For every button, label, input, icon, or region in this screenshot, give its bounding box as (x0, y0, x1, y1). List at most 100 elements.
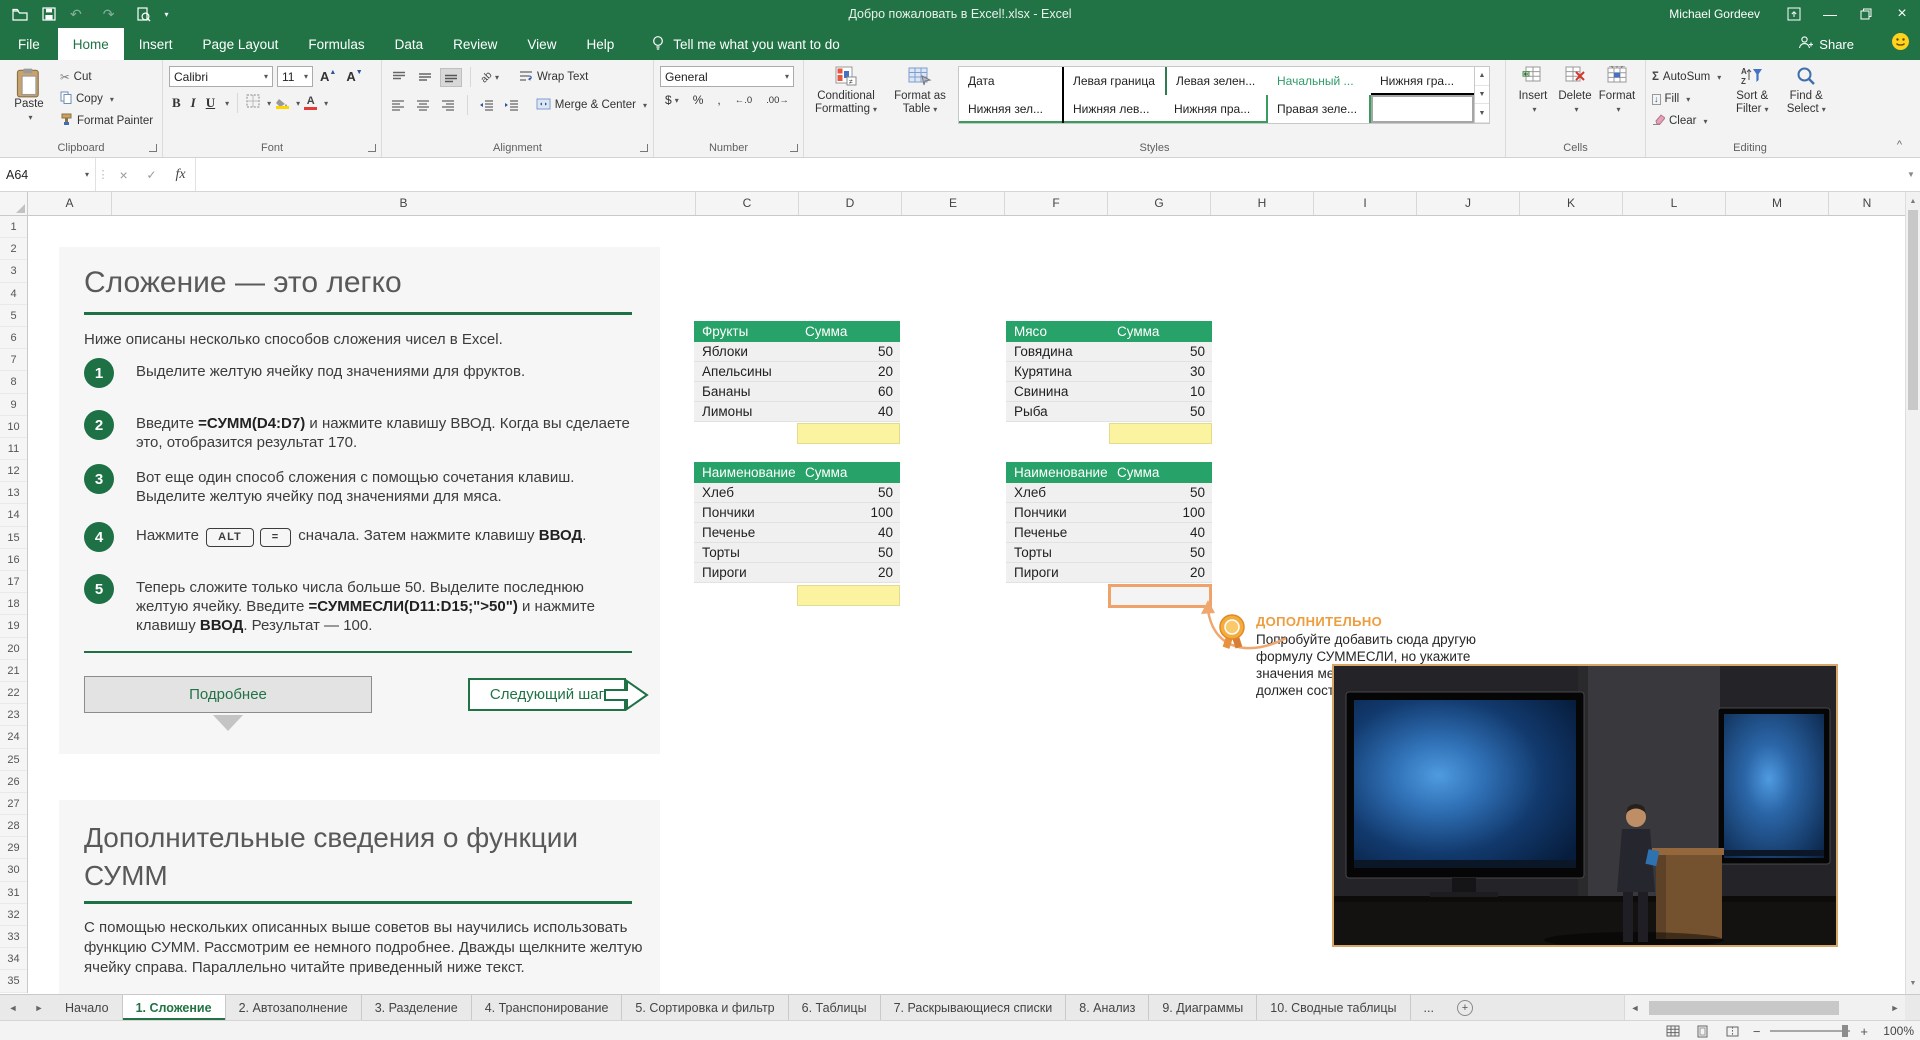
row-header[interactable]: 2 (0, 238, 27, 260)
row-header[interactable]: 5 (0, 305, 27, 327)
name-box-resize-handle[interactable]: ⋮ (96, 158, 110, 191)
format-as-table-button[interactable]: Format as Table▾ (888, 66, 952, 116)
minimize-button[interactable]: — (1812, 0, 1848, 28)
row-header[interactable]: 3 (0, 260, 27, 282)
row-header[interactable]: 11 (0, 438, 27, 460)
zoom-slider[interactable] (1770, 1030, 1850, 1032)
row-header[interactable]: 25 (0, 749, 27, 771)
share-button[interactable]: Share (1798, 28, 1854, 60)
table-row[interactable]: Торты50 (1006, 543, 1212, 563)
row-header[interactable]: 23 (0, 704, 27, 726)
new-sheet-button[interactable]: + (1457, 1000, 1473, 1016)
meat-sum-input-cell[interactable] (1109, 423, 1212, 444)
horizontal-scrollbar[interactable]: ◄ ► (1624, 994, 1905, 1020)
table-row[interactable]: Лимоны40 (694, 402, 900, 422)
zoom-in-button[interactable]: + (1860, 1024, 1868, 1039)
sheet-tab-sort-filter[interactable]: 5. Сортировка и фильтр (622, 995, 788, 1020)
decrease-indent-button[interactable] (476, 96, 497, 115)
row-header[interactable]: 16 (0, 549, 27, 571)
table-row[interactable]: Курятина30 (1006, 362, 1212, 382)
undo-icon[interactable]: ↶▾ (70, 6, 89, 23)
decrease-font-button[interactable]: A▼ (343, 69, 365, 84)
zoom-out-button[interactable]: − (1753, 1024, 1761, 1039)
sheet-tab-pivot[interactable]: 10. Сводные таблицы (1257, 995, 1410, 1020)
expand-formula-bar-icon[interactable]: ▼ (1902, 158, 1920, 191)
gallery-scroll-down-icon[interactable]: ▼ (1475, 86, 1489, 105)
sheet-tab-more[interactable]: ... (1411, 995, 1447, 1020)
close-button[interactable]: × (1884, 0, 1920, 28)
column-header[interactable]: C (696, 192, 799, 215)
tab-page-layout[interactable]: Page Layout (188, 28, 294, 60)
row-header[interactable]: 28 (0, 815, 27, 837)
save-icon[interactable] (42, 7, 56, 21)
row-header[interactable]: 17 (0, 571, 27, 593)
sheet-tab-start[interactable]: Начало (52, 995, 123, 1020)
insert-function-icon[interactable]: fx (175, 167, 185, 183)
decrease-decimal-button[interactable]: .00→ (761, 95, 794, 106)
number-dialog-launcher[interactable] (790, 144, 798, 152)
font-dialog-launcher[interactable] (368, 144, 376, 152)
fill-color-button[interactable] (275, 98, 289, 109)
row-header[interactable]: 12 (0, 460, 27, 482)
find-select-button[interactable]: Find & Select▾ (1783, 66, 1829, 132)
row-header[interactable]: 24 (0, 726, 27, 748)
zoom-slider-thumb[interactable] (1842, 1025, 1848, 1037)
format-cells-button[interactable]: Format ▾ (1596, 66, 1638, 116)
increase-font-button[interactable]: A▲ (317, 69, 339, 84)
tab-file[interactable]: File (0, 28, 58, 60)
open-icon[interactable] (12, 8, 28, 21)
cut-button[interactable]: ✂Cut (60, 66, 153, 88)
row-header[interactable]: 9 (0, 394, 27, 416)
row-header[interactable]: 7 (0, 349, 27, 371)
select-all-corner[interactable] (0, 192, 28, 216)
underline-button[interactable]: U (203, 95, 218, 111)
row-header[interactable]: 30 (0, 859, 27, 881)
sheet-nav-left-icon[interactable]: ◄ (0, 995, 26, 1020)
scroll-down-icon[interactable]: ▼ (1906, 976, 1920, 992)
fill-button[interactable]: ↓Fill▾ (1652, 88, 1721, 110)
table-row[interactable]: Яблоки50 (694, 342, 900, 362)
row-header[interactable]: 1 (0, 216, 27, 238)
delete-cells-button[interactable]: Delete ▾ (1554, 66, 1596, 116)
font-color-button[interactable]: A (304, 96, 317, 110)
cell-style-item[interactable]: Левая граница (1062, 67, 1165, 95)
format-painter-button[interactable]: Format Painter (60, 110, 153, 132)
row-header[interactable]: 13 (0, 482, 27, 504)
page-break-view-icon[interactable] (1723, 1022, 1743, 1040)
sort-filter-button[interactable]: AZ Sort & Filter▾ (1729, 66, 1775, 132)
align-right-button[interactable] (438, 96, 459, 115)
table-row[interactable]: Говядина50 (1006, 342, 1212, 362)
row-header[interactable]: 20 (0, 638, 27, 660)
font-size-select[interactable]: 11▾ (277, 66, 313, 87)
row-header[interactable]: 15 (0, 527, 27, 549)
cell-style-item[interactable]: Правая зеле... (1268, 95, 1371, 123)
column-header[interactable]: A (28, 192, 112, 215)
underline-caret-icon[interactable]: ▾ (225, 99, 229, 108)
table-row[interactable]: Свинина10 (1006, 382, 1212, 402)
accounting-format-button[interactable]: $▾ (660, 93, 684, 107)
tab-home[interactable]: Home (58, 28, 124, 60)
cell-style-item[interactable]: Нижняя гра... (1371, 67, 1474, 95)
gallery-scroll-up-icon[interactable]: ▲ (1475, 67, 1489, 86)
increase-decimal-button[interactable]: ←.0 (730, 95, 757, 106)
table-row[interactable]: Пироги20 (694, 563, 900, 583)
clipboard-dialog-launcher[interactable] (149, 144, 157, 152)
tab-insert[interactable]: Insert (124, 28, 188, 60)
align-center-button[interactable] (413, 96, 434, 115)
column-header[interactable]: E (902, 192, 1005, 215)
clear-button[interactable]: Clear▾ (1652, 110, 1721, 132)
tab-formulas[interactable]: Formulas (293, 28, 379, 60)
column-header[interactable]: D (799, 192, 902, 215)
sheet-tab-autofill[interactable]: 2. Автозаполнение (226, 995, 362, 1020)
cell-style-item[interactable]: Начальный ... (1268, 67, 1371, 95)
number-format-select[interactable]: General▾ (660, 66, 794, 87)
sheet-tab-split[interactable]: 3. Разделение (362, 995, 472, 1020)
font-name-select[interactable]: Calibri▾ (169, 66, 273, 87)
horizontal-scroll-thumb[interactable] (1649, 1001, 1839, 1015)
row-header[interactable]: 31 (0, 882, 27, 904)
next-step-button[interactable]: Следующий шаг (468, 678, 626, 711)
row-header[interactable]: 8 (0, 371, 27, 393)
table-row[interactable]: Торты50 (694, 543, 900, 563)
tab-data[interactable]: Data (380, 28, 439, 60)
percent-style-button[interactable]: % (688, 93, 709, 107)
